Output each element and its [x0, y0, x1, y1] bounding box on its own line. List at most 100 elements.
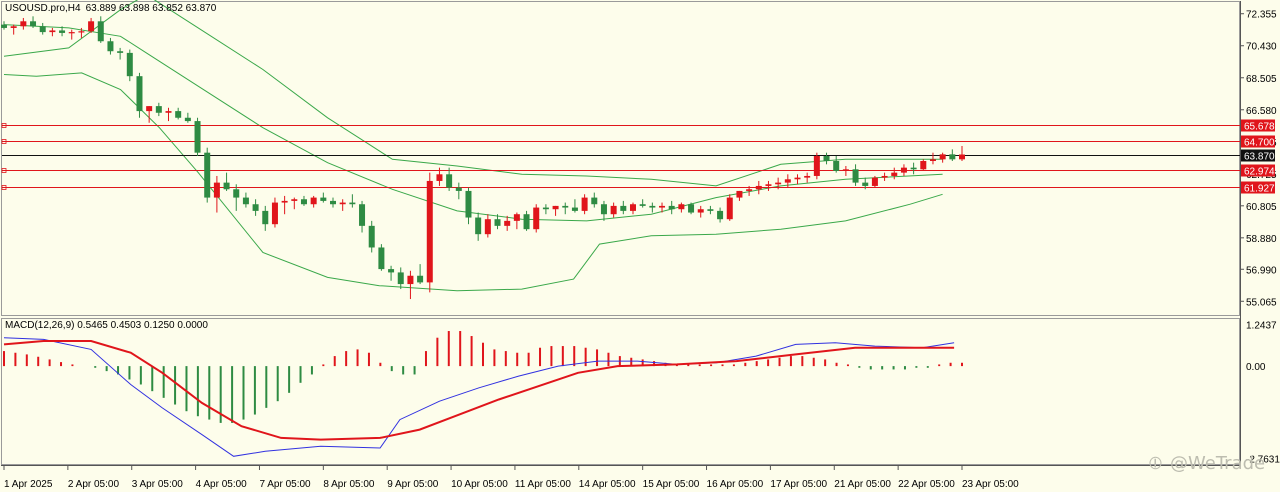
candle-body: [20, 21, 27, 27]
candle: [813, 152, 820, 180]
candle-body: [571, 207, 578, 211]
candle-body: [678, 204, 685, 210]
candle-body: [784, 179, 791, 183]
candle-body: [397, 272, 404, 285]
candle-body: [910, 167, 917, 170]
candle-body: [833, 160, 840, 171]
candle-body: [649, 205, 656, 208]
candle: [688, 202, 695, 215]
candle-body: [494, 219, 501, 226]
level-label: 62.974: [1244, 167, 1275, 178]
candle-body: [746, 189, 753, 191]
candle: [136, 72, 143, 118]
candle-body: [581, 197, 588, 211]
level-label: 64.700: [1244, 138, 1275, 149]
candle-body: [620, 205, 627, 211]
candle: [426, 172, 433, 293]
candle-body: [436, 174, 443, 181]
candle-body: [688, 204, 695, 213]
chart-canvas: 72.35570.43068.50566.58064.65562.72560.8…: [0, 0, 1280, 492]
candle-body: [533, 207, 540, 230]
time-tick-label: 22 Apr 05:00: [898, 479, 955, 490]
candle-body: [600, 204, 607, 215]
candle-body: [929, 159, 936, 161]
candle-body: [871, 177, 878, 186]
candle-body: [794, 177, 801, 180]
candle-body: [378, 247, 385, 270]
symbol-header: USOUSD.pro,H4 63.889 63.898 63.852 63.870: [5, 3, 217, 14]
candle-body: [300, 199, 307, 205]
candle-body: [949, 154, 956, 160]
candle-body: [242, 197, 249, 205]
time-tick-label: 21 Apr 05:00: [834, 479, 891, 490]
candle-body: [68, 32, 75, 34]
candle-body: [629, 204, 636, 211]
candle-body: [823, 156, 830, 161]
candle-body: [97, 21, 104, 42]
candle-body: [446, 174, 453, 188]
level-label: 61.927: [1244, 184, 1275, 195]
time-tick-label: 1 Apr 2025: [4, 479, 53, 490]
candle-body: [252, 204, 259, 211]
candle-body: [939, 154, 946, 160]
level-price-labels: 65.678 64.700 62.974 61.927 63.870: [1241, 119, 1275, 195]
time-tick-label: 9 Apr 05:00: [387, 479, 439, 490]
candle-body: [184, 117, 191, 122]
candle-body: [717, 210, 724, 220]
time-tick-label: 2 Apr 05:00: [68, 479, 120, 490]
time-tick-label: 15 Apr 05:00: [643, 479, 700, 490]
time-tick-label: 10 Apr 05:00: [451, 479, 508, 490]
candle-body: [726, 197, 733, 220]
candle-body: [920, 160, 927, 170]
candle-body: [78, 31, 85, 33]
candle-body: [291, 199, 298, 201]
time-tick-label: 4 Apr 05:00: [196, 479, 248, 490]
level-label: 65.678: [1244, 122, 1275, 133]
time-tick-label: 7 Apr 05:00: [259, 479, 311, 490]
candle-body: [194, 121, 201, 153]
candle: [726, 194, 733, 221]
current-price-label: 63.870: [1244, 152, 1275, 163]
price-tick-label: 68.505: [1246, 74, 1277, 85]
candle-body: [465, 190, 472, 218]
candle-body: [330, 200, 337, 205]
time-tick-label: 14 Apr 05:00: [579, 479, 636, 490]
candle-body: [765, 184, 772, 186]
candle-body: [804, 175, 811, 178]
candle-body: [504, 220, 511, 226]
candle-body: [523, 214, 530, 230]
candle-body: [862, 182, 869, 186]
candle-body: [475, 217, 482, 235]
candle-body: [542, 207, 549, 210]
watermark-text: @WeTrade: [1170, 453, 1265, 474]
candle: [194, 117, 201, 157]
candle-body: [842, 169, 849, 171]
price-tick-label: 58.880: [1246, 234, 1277, 245]
candle-body: [223, 182, 230, 190]
candle-body: [552, 205, 559, 210]
candle-body: [852, 169, 859, 183]
candle-body: [359, 204, 366, 226]
price-tick-label: 60.805: [1246, 202, 1277, 213]
candle-body: [117, 51, 124, 53]
candle-body: [813, 156, 820, 176]
candle-body: [562, 205, 569, 208]
candle-body: [368, 225, 375, 248]
candle-body: [271, 202, 278, 225]
candle-body: [736, 190, 743, 198]
wetrade-logo-icon: ⦶: [1149, 453, 1162, 474]
candle-body: [30, 21, 37, 27]
candle-body: [881, 175, 888, 178]
candle-body: [155, 106, 162, 113]
candle-body: [136, 76, 143, 112]
candle-body: [484, 219, 491, 235]
candle-body: [591, 197, 598, 205]
candle-body: [310, 197, 317, 205]
candle: [204, 147, 211, 203]
candle-body: [320, 197, 327, 201]
macd-tick-label: 0.00: [1246, 362, 1266, 373]
candle-body: [339, 202, 346, 205]
time-tick-label: 23 Apr 05:00: [962, 479, 1019, 490]
candle-body: [204, 152, 211, 198]
candle: [920, 159, 927, 171]
